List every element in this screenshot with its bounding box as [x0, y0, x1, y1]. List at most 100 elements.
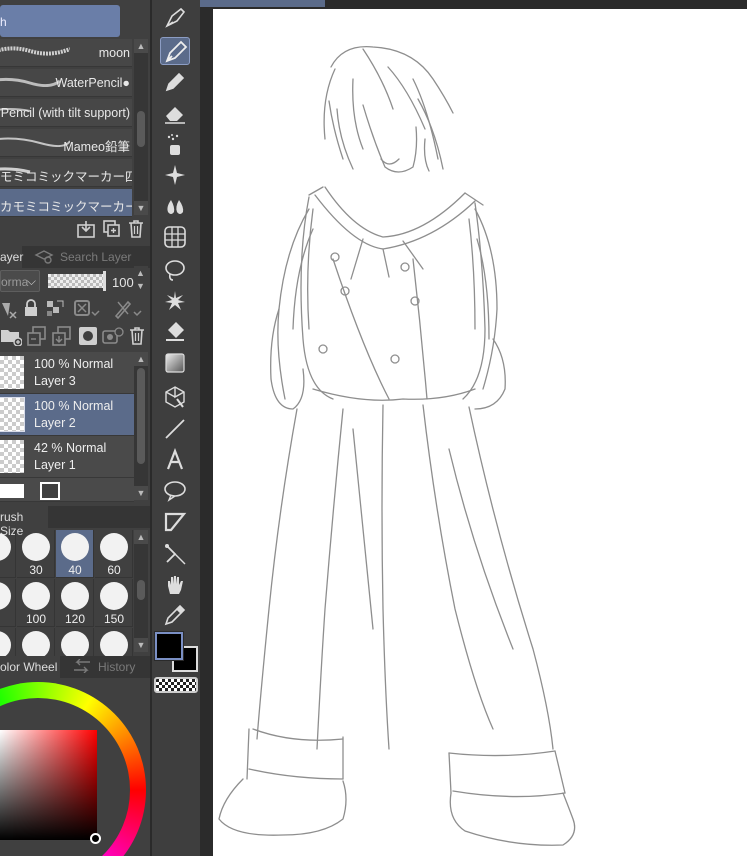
- brush-size-dot: [0, 582, 11, 610]
- brush-item-waterpencil[interactable]: WaterPencil●: [0, 69, 132, 97]
- transfer-layer-icon[interactable]: [27, 326, 47, 346]
- tool-auto-select-wand[interactable]: [160, 287, 190, 315]
- brush-size-cell[interactable]: 30: [17, 530, 55, 578]
- eyedropper-icon: [164, 604, 186, 626]
- brush-list-scrollbar[interactable]: ▲ ▼: [134, 39, 148, 215]
- layer-row-layer-3[interactable]: 100 % Normal Layer 3: [0, 352, 134, 394]
- pen-nib-icon: [165, 7, 186, 28]
- main-color-swatch[interactable]: [155, 632, 183, 660]
- brush-size-cell[interactable]: 40: [56, 530, 94, 578]
- opacity-slider[interactable]: [48, 271, 106, 291]
- tool-blend-drops[interactable]: [160, 192, 190, 220]
- tool-pencil[interactable]: [160, 68, 190, 96]
- tool-frame-border[interactable]: [160, 508, 190, 536]
- tool-3d-object[interactable]: [160, 383, 190, 411]
- layer-row-layer-1[interactable]: 42 % Normal Layer 1: [0, 436, 134, 478]
- scroll-down-icon[interactable]: ▼: [134, 638, 148, 652]
- layer-mask-icon[interactable]: [78, 326, 98, 346]
- tool-text[interactable]: [160, 446, 190, 474]
- tool-pen[interactable]: [160, 37, 190, 65]
- merge-down-icon[interactable]: [52, 326, 72, 346]
- scroll-thumb[interactable]: [137, 580, 145, 600]
- brush-search-field[interactable]: h: [0, 5, 120, 37]
- brush-size-cell[interactable]: [0, 530, 16, 578]
- tool-eyedropper[interactable]: [160, 601, 190, 629]
- scroll-down-icon[interactable]: ▼: [134, 486, 148, 500]
- scroll-up-icon[interactable]: ▲: [134, 530, 148, 544]
- tab-color-wheel[interactable]: olor Wheel: [0, 656, 60, 678]
- new-folder-icon[interactable]: [0, 326, 22, 346]
- apply-mask-icon[interactable]: [102, 326, 124, 346]
- brush-size-cell[interactable]: [0, 579, 16, 627]
- blend-drops-icon: [167, 200, 184, 214]
- tool-line[interactable]: [160, 415, 190, 443]
- brush-size-scrollbar[interactable]: ▲ ▼: [134, 530, 148, 652]
- brush-item-label: Pencil (with tilt support): [0, 106, 130, 120]
- scroll-up-icon[interactable]: ▲: [134, 39, 148, 53]
- brush-size-cell[interactable]: 100: [17, 579, 55, 627]
- layer-row-layer-2[interactable]: 100 % Normal Layer 2: [0, 394, 134, 436]
- brush-item-label: WaterPencil●: [55, 76, 130, 90]
- reference-layer-icon[interactable]: [74, 300, 100, 320]
- brush-item-mameo[interactable]: Mameo鉛筆: [0, 129, 132, 157]
- layer-row-paper[interactable]: [0, 478, 134, 502]
- tab-brush-size[interactable]: rush Size: [0, 506, 48, 538]
- draft-layer-icon[interactable]: [114, 300, 144, 320]
- scroll-up-icon[interactable]: ▲: [134, 352, 148, 366]
- delete-brush-icon[interactable]: [128, 219, 144, 238]
- saturation-value-square[interactable]: [0, 730, 97, 840]
- brush-size-tabbar: rush Size: [0, 506, 150, 538]
- brush-item-marker-round[interactable]: カモミコミックマーカー丸: [0, 189, 132, 217]
- brush-size-cell[interactable]: 120: [56, 579, 94, 627]
- transparent-color-swatch[interactable]: [154, 677, 198, 693]
- tool-spray[interactable]: [160, 131, 190, 159]
- lock-transparency-icon[interactable]: [46, 300, 64, 318]
- spinner-up-icon[interactable]: ▲: [136, 268, 145, 278]
- opacity-slider-handle[interactable]: [103, 271, 106, 291]
- drawing-canvas[interactable]: [213, 9, 747, 856]
- brush-item-moon[interactable]: moon: [0, 39, 132, 67]
- layer-list-scrollbar[interactable]: ▲ ▼: [134, 352, 148, 500]
- clip-layer-icon[interactable]: [0, 300, 18, 320]
- brush-size-dot: [100, 533, 128, 561]
- layer-thumbnail: [0, 397, 25, 432]
- tool-lasso[interactable]: [160, 256, 190, 284]
- brush-size-cell[interactable]: 150: [95, 579, 133, 627]
- document-tab[interactable]: [200, 0, 325, 7]
- brush-item-marker-square[interactable]: モミコミックマーカー四角: [0, 159, 132, 187]
- scroll-thumb[interactable]: [137, 368, 145, 464]
- tool-eraser[interactable]: [160, 99, 190, 127]
- tab-layer[interactable]: ayer: [0, 246, 23, 268]
- scroll-down-icon[interactable]: ▼: [134, 201, 148, 215]
- brush-item-label: モミコミックマーカー四角: [0, 170, 132, 184]
- tool-pen-nib[interactable]: [160, 4, 190, 32]
- duplicate-brush-icon[interactable]: [103, 220, 121, 238]
- spinner-down-icon[interactable]: ▼: [136, 281, 145, 291]
- tool-correct-line[interactable]: [160, 540, 190, 568]
- color-picker-handle[interactable]: [90, 833, 101, 844]
- lock-icon[interactable]: [24, 299, 38, 317]
- brush-size-cell[interactable]: 60: [95, 530, 133, 578]
- brush-size-label: 60: [107, 563, 121, 577]
- tool-sparkle-decoration[interactable]: [160, 161, 190, 189]
- brush-item-pencil-tilt[interactable]: Pencil (with tilt support): [0, 99, 132, 127]
- blend-mode-select[interactable]: orma ⌵: [0, 270, 40, 292]
- tool-gradient[interactable]: [160, 349, 190, 377]
- import-brush-icon[interactable]: [77, 220, 95, 238]
- tool-fill-bucket[interactable]: [160, 318, 190, 346]
- opacity-spinner[interactable]: ▲ ▼: [134, 266, 148, 296]
- fill-bucket-icon: [166, 322, 184, 341]
- brush-size-label: 120: [64, 612, 86, 626]
- tab-search-layer[interactable]: Search Layer: [26, 246, 150, 268]
- tool-balloon[interactable]: [160, 477, 190, 505]
- tab-history[interactable]: History: [64, 656, 150, 678]
- opacity-value[interactable]: 100: [112, 275, 134, 290]
- delete-layer-icon[interactable]: [129, 326, 145, 346]
- scroll-thumb[interactable]: [137, 111, 145, 147]
- layer-name: Layer 2: [34, 416, 76, 430]
- tool-perspective-grid[interactable]: [160, 223, 190, 251]
- 3d-object-icon: [165, 386, 185, 408]
- tab-label: Search Layer: [60, 250, 132, 264]
- tool-hand[interactable]: [160, 571, 190, 599]
- history-icon: [74, 659, 90, 673]
